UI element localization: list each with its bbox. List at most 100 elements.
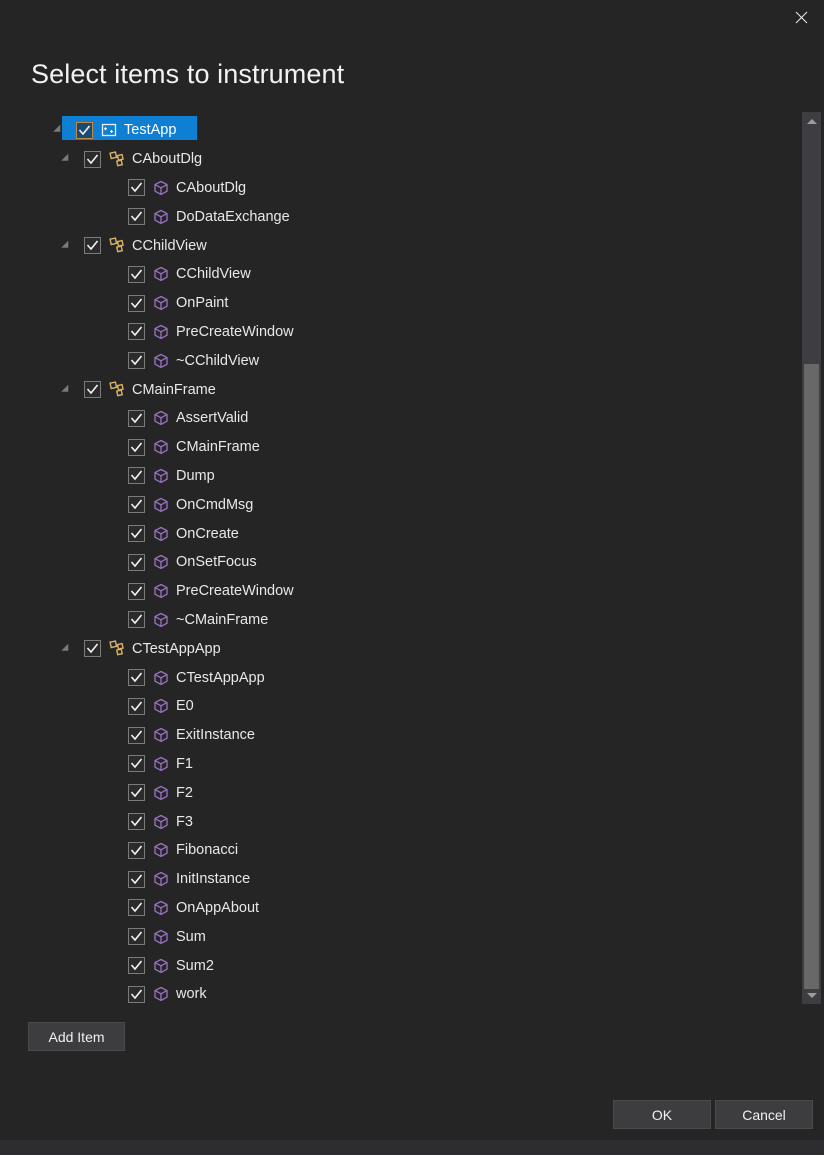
tree-item-content: ~CMainFrame bbox=[0, 608, 272, 632]
tree-item-Dump-12[interactable]: Dump bbox=[0, 462, 792, 491]
tree-item-checkbox[interactable] bbox=[128, 842, 145, 859]
expander-spacer bbox=[102, 810, 118, 834]
tree-item-OnPaint-6[interactable]: OnPaint bbox=[0, 289, 792, 318]
tree-item-CMainFrame-9[interactable]: CMainFrame bbox=[0, 375, 792, 404]
close-icon bbox=[795, 11, 808, 24]
tree-item-label: CMainFrame bbox=[176, 437, 264, 457]
tree-item-F2-23[interactable]: F2 bbox=[0, 778, 792, 807]
expander-collapse-icon[interactable] bbox=[58, 147, 74, 171]
method-cube-icon bbox=[152, 294, 170, 312]
tree-item-checkbox[interactable] bbox=[128, 323, 145, 340]
tree-item-work-30[interactable]: work bbox=[0, 980, 792, 1007]
tree-item-TestApp-0[interactable]: TestApp bbox=[0, 116, 792, 145]
tree-item-Sum2-29[interactable]: Sum2 bbox=[0, 951, 792, 980]
tree-item-checkbox[interactable] bbox=[128, 208, 145, 225]
expander-collapse-icon[interactable] bbox=[58, 637, 74, 661]
tree-item-OnCreate-14[interactable]: OnCreate bbox=[0, 519, 792, 548]
tree-item-checkbox[interactable] bbox=[76, 122, 93, 139]
tree-item-checkbox[interactable] bbox=[128, 928, 145, 945]
tree-item-CAboutDlg-2[interactable]: CAboutDlg bbox=[0, 174, 792, 203]
tree-item-OnSetFocus-15[interactable]: OnSetFocus bbox=[0, 548, 792, 577]
tree-item-checkbox[interactable] bbox=[128, 698, 145, 715]
tree-item-CMainFrame-11[interactable]: CMainFrame bbox=[0, 433, 792, 462]
scroll-down-button[interactable] bbox=[802, 986, 821, 1004]
method-cube-icon bbox=[152, 755, 170, 773]
tree-item-CTestAppApp-19[interactable]: CTestAppApp bbox=[0, 663, 792, 692]
tree-item-checkbox[interactable] bbox=[128, 583, 145, 600]
tree-item-checkbox[interactable] bbox=[128, 525, 145, 542]
tree-item-checkbox[interactable] bbox=[84, 381, 101, 398]
tree-vertical-scrollbar[interactable] bbox=[802, 112, 821, 1004]
tree-item-AssertValid-10[interactable]: AssertValid bbox=[0, 404, 792, 433]
add-item-button[interactable]: Add Item bbox=[28, 1022, 125, 1051]
tree-item-CChildView-8[interactable]: ~CChildView bbox=[0, 346, 792, 375]
expander-collapse-icon[interactable] bbox=[58, 378, 74, 402]
tree-item-checkbox[interactable] bbox=[128, 755, 145, 772]
cancel-button[interactable]: Cancel bbox=[715, 1100, 813, 1129]
tree-item-checkbox[interactable] bbox=[128, 986, 145, 1003]
tree-item-label: Sum bbox=[176, 927, 210, 947]
tree-item-content: CTestAppApp bbox=[0, 637, 225, 661]
method-cube-icon bbox=[152, 726, 170, 744]
tree-item-PreCreateWindow-16[interactable]: PreCreateWindow bbox=[0, 577, 792, 606]
ok-button[interactable]: OK bbox=[613, 1100, 711, 1129]
scroll-up-button[interactable] bbox=[802, 112, 821, 130]
tree-item-content: OnSetFocus bbox=[0, 550, 261, 574]
scrollbar-thumb[interactable] bbox=[804, 364, 819, 989]
tree-item-CAboutDlg-1[interactable]: CAboutDlg bbox=[0, 145, 792, 174]
tree-item-checkbox[interactable] bbox=[128, 496, 145, 513]
tree-item-checkbox[interactable] bbox=[84, 237, 101, 254]
instrument-items-tree[interactable]: TestAppCAboutDlgCAboutDlgDoDataExchangeC… bbox=[0, 110, 824, 1007]
tree-item-ExitInstance-21[interactable]: ExitInstance bbox=[0, 721, 792, 750]
expander-spacer bbox=[102, 291, 118, 315]
tree-item-E0-20[interactable]: E0 bbox=[0, 692, 792, 721]
tree-item-OnAppAbout-27[interactable]: OnAppAbout bbox=[0, 894, 792, 923]
class-icon bbox=[108, 237, 126, 255]
tree-item-checkbox[interactable] bbox=[128, 467, 145, 484]
tree-item-checkbox[interactable] bbox=[128, 957, 145, 974]
tree-item-checkbox[interactable] bbox=[128, 899, 145, 916]
tree-item-F1-22[interactable]: F1 bbox=[0, 750, 792, 779]
tree-item-checkbox[interactable] bbox=[128, 611, 145, 628]
tree-item-CMainFrame-17[interactable]: ~CMainFrame bbox=[0, 606, 792, 635]
close-window-button[interactable] bbox=[778, 0, 824, 34]
tree-item-checkbox[interactable] bbox=[128, 179, 145, 196]
tree-item-label: OnPaint bbox=[176, 293, 232, 313]
tree-item-Sum-28[interactable]: Sum bbox=[0, 922, 792, 951]
tree-item-checkbox[interactable] bbox=[128, 727, 145, 744]
tree-item-DoDataExchange-3[interactable]: DoDataExchange bbox=[0, 202, 792, 231]
tree-item-CTestAppApp-18[interactable]: CTestAppApp bbox=[0, 634, 792, 663]
tree-item-content: Sum bbox=[0, 925, 210, 949]
method-cube-icon bbox=[152, 985, 170, 1003]
tree-item-checkbox[interactable] bbox=[128, 439, 145, 456]
method-cube-icon bbox=[152, 553, 170, 571]
tree-item-PreCreateWindow-7[interactable]: PreCreateWindow bbox=[0, 318, 792, 347]
tree-item-checkbox[interactable] bbox=[128, 669, 145, 686]
tree-item-checkbox[interactable] bbox=[128, 554, 145, 571]
tree-item-checkbox[interactable] bbox=[128, 813, 145, 830]
tree-item-label: Dump bbox=[176, 466, 219, 486]
tree-item-checkbox[interactable] bbox=[128, 410, 145, 427]
expander-collapse-icon[interactable] bbox=[58, 234, 74, 258]
tree-item-CChildView-4[interactable]: CChildView bbox=[0, 231, 792, 260]
tree-item-content: CChildView bbox=[0, 234, 211, 258]
expander-spacer bbox=[102, 752, 118, 776]
tree-item-checkbox[interactable] bbox=[84, 151, 101, 168]
expander-collapse-icon[interactable] bbox=[50, 118, 66, 142]
tree-item-checkbox[interactable] bbox=[128, 295, 145, 312]
tree-item-checkbox[interactable] bbox=[128, 266, 145, 283]
expander-spacer bbox=[102, 349, 118, 373]
tree-item-checkbox[interactable] bbox=[128, 784, 145, 801]
method-cube-icon bbox=[152, 813, 170, 831]
tree-item-checkbox[interactable] bbox=[128, 871, 145, 888]
tree-item-content: ExitInstance bbox=[0, 723, 259, 747]
tree-item-CChildView-5[interactable]: CChildView bbox=[0, 260, 792, 289]
tree-item-checkbox[interactable] bbox=[128, 352, 145, 369]
tree-item-InitInstance-26[interactable]: InitInstance bbox=[0, 865, 792, 894]
tree-item-OnCmdMsg-13[interactable]: OnCmdMsg bbox=[0, 490, 792, 519]
tree-item-Fibonacci-25[interactable]: Fibonacci bbox=[0, 836, 792, 865]
tree-item-checkbox[interactable] bbox=[84, 640, 101, 657]
tree-item-label: TestApp bbox=[124, 120, 180, 140]
tree-item-content: InitInstance bbox=[0, 867, 254, 891]
tree-item-F3-24[interactable]: F3 bbox=[0, 807, 792, 836]
